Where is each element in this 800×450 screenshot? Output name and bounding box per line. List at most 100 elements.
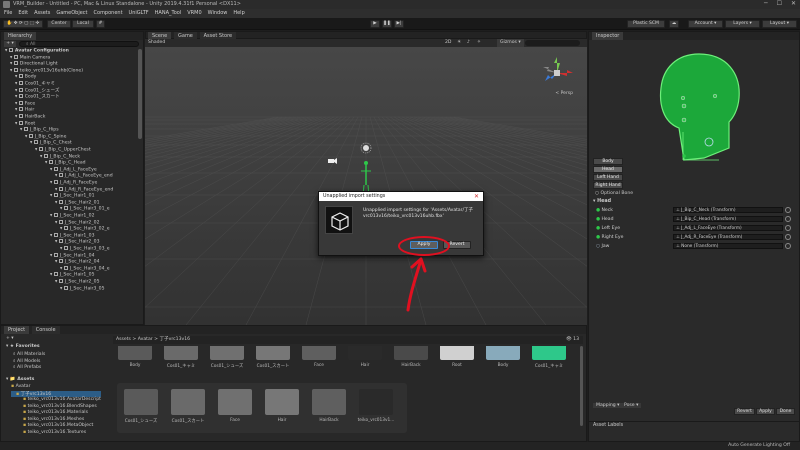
hierarchy-item[interactable]: ▾ J_Sec_Hair1_04 — [50, 252, 95, 260]
cloud-icon[interactable]: ☁ — [669, 20, 679, 28]
menu-item-unigltf[interactable]: UniGLTF — [129, 9, 149, 18]
hierarchy-item[interactable]: ▾ J_Sec_Hair1_03 — [50, 232, 95, 240]
hierarchy-item[interactable]: ▾ J_Adj_L_FaceEye — [50, 166, 97, 174]
left-eye-dot[interactable] — [712, 93, 718, 99]
pivot-center-button[interactable]: Center — [47, 20, 71, 28]
breadcrumb-assets[interactable]: Assets — [116, 337, 131, 342]
asset-item[interactable]: Hair — [262, 389, 302, 423]
create-button[interactable]: + ▾ — [4, 41, 16, 47]
object-picker-icon[interactable] — [785, 234, 791, 240]
gizmos-dropdown[interactable]: Gizmos ▾ — [497, 39, 524, 47]
hierarchy-item[interactable]: ▾ J_Sec_Hair2_04 — [55, 259, 100, 266]
object-picker-icon[interactable] — [785, 207, 791, 213]
create-asset-button[interactable]: + ▾ — [6, 336, 14, 341]
hierarchy-item[interactable]: ▾ Cos01_スカート — [15, 94, 60, 101]
menu-item-assets[interactable]: Assets — [34, 9, 50, 18]
close-icon[interactable]: ✕ — [791, 0, 796, 9]
transform-tools[interactable]: ✋ ✥ ⟳ ▢ ⬚ ✣ — [3, 20, 43, 28]
account-dropdown[interactable]: Account ▾ — [688, 20, 723, 28]
menu-item-edit[interactable]: Edit — [18, 9, 28, 18]
asset-item[interactable]: HairBack — [309, 389, 349, 423]
hierarchy-item[interactable]: ▾ Cos01_キャミ — [15, 81, 55, 88]
asset-item[interactable]: Face — [215, 389, 255, 423]
object-picker-icon[interactable] — [785, 216, 791, 222]
hierarchy-item[interactable]: ▾ J_Adj_L_FaceEye_end — [55, 173, 113, 180]
hierarchy-item[interactable]: ▾ Cos01_シューズ — [15, 87, 59, 95]
project-folder[interactable]: ▪ teiko_vrc013v16.Textures — [11, 430, 101, 437]
asset-item[interactable]: Cos01_スカート — [253, 346, 293, 369]
hierarchy-item[interactable]: ▾ Body — [15, 74, 36, 81]
tab-inspector[interactable]: Inspector — [592, 32, 624, 40]
hierarchy-item[interactable]: ▾ J_Sec_Hair3_01_e — [60, 206, 110, 213]
object-picker-icon[interactable] — [785, 225, 791, 231]
scene-viewport[interactable]: < Persp — [145, 47, 587, 325]
menu-item-hana-tool[interactable]: HANA_Tool — [155, 9, 182, 18]
breadcrumb-avatar[interactable]: Avatar — [138, 337, 153, 342]
hierarchy-item[interactable]: ▾ teiko_vrc013v16uhb(Clone) — [10, 67, 83, 75]
scene-search-input[interactable] — [525, 40, 580, 46]
bone-transform-field[interactable]: ⊥ J_Adj_L_FaceEye (Transform) — [673, 225, 783, 231]
optional-bone-toggle[interactable]: ○ Optional Bone — [595, 191, 633, 196]
menu-item-component[interactable]: Component — [94, 9, 123, 18]
asset-item[interactable]: Cos01_シューズ — [207, 346, 247, 369]
inspector-done-button[interactable]: Done — [776, 408, 795, 415]
hierarchy-item[interactable]: ▾ Hair — [15, 107, 34, 114]
asset-item[interactable]: Face — [299, 346, 339, 368]
inspector-revert-button[interactable]: Revert — [734, 408, 755, 415]
pivot-local-button[interactable]: Local — [72, 20, 94, 28]
body-part-button-left-hand[interactable]: Left Hand — [593, 174, 623, 181]
bone-transform-field[interactable]: ⊥ J_Bip_C_Neck (Transform) — [673, 207, 783, 213]
hierarchy-item[interactable]: ▾ J_Adj_R_FaceEye — [50, 180, 97, 187]
favorite-item[interactable]: ⌕ All Prefabs — [13, 364, 45, 371]
effects-toggle-icon[interactable]: ✧ — [477, 39, 481, 47]
tab-project[interactable]: Project — [4, 326, 30, 334]
hierarchy-item[interactable]: ▾ Main Camera — [10, 54, 50, 62]
inspector-apply-button[interactable]: Apply — [756, 408, 775, 415]
body-part-button-right-hand[interactable]: Right Hand — [593, 182, 623, 189]
menu-item-vrm0[interactable]: VRM0 — [187, 9, 201, 18]
hierarchy-item[interactable]: ▾ J_Sec_Hair2_03 — [55, 239, 100, 246]
pose-dropdown[interactable]: Pose ▾ — [621, 403, 642, 408]
bone-transform-field[interactable]: ⊥ J_Adj_R_FaceEye (Transform) — [673, 234, 783, 240]
hierarchy-item[interactable]: ▾ J_Bip_C_Chest — [30, 140, 72, 147]
layout-dropdown[interactable]: Layout ▾ — [762, 20, 797, 28]
asset-item[interactable]: Root — [437, 346, 477, 368]
step-button[interactable]: ▶| — [394, 20, 404, 28]
hierarchy-item[interactable]: ▾ J_Sec_Hair1_01 — [50, 193, 95, 200]
bone-transform-field[interactable]: ⊥ J_Bip_C_Head (Transform) — [673, 216, 783, 222]
hierarchy-item[interactable]: ▾ J_Bip_C_Hips — [20, 127, 59, 134]
light-toggle-icon[interactable]: ☀ — [457, 39, 461, 47]
body-part-button-body[interactable]: Body — [593, 158, 623, 165]
hierarchy-item[interactable]: ▾ J_Sec_Hair2_02 — [55, 219, 100, 227]
hierarchy-item[interactable]: ▾ J_Bip_C_Head — [45, 160, 86, 167]
hierarchy-item[interactable]: ▾ J_Sec_Hair2_01 — [55, 199, 100, 207]
orientation-gizmo[interactable] — [539, 55, 575, 95]
asset-item[interactable]: Cos01_スカート — [168, 389, 208, 424]
hierarchy-item[interactable]: ▾ J_Sec_Hair1_02 — [50, 213, 95, 220]
asset-labels-header[interactable]: Asset Labels — [593, 423, 623, 428]
tab-hierarchy[interactable]: Hierarchy — [4, 32, 37, 40]
hierarchy-item[interactable]: ▾ HairBack — [15, 114, 45, 121]
asset-item[interactable]: Body — [115, 346, 155, 368]
hierarchy-item[interactable]: ▾ Root — [15, 120, 35, 128]
hierarchy-item[interactable]: ▾ Face — [15, 100, 35, 108]
hierarchy-item[interactable]: ▾ J_Sec_Hair3_03_e — [60, 246, 110, 253]
hierarchy-scrollbar[interactable] — [138, 49, 142, 139]
hierarchy-item[interactable]: ▾ J_Bip_C_Spine — [25, 133, 66, 141]
chest-bone-dot[interactable] — [682, 154, 686, 158]
hierarchy-item[interactable]: ▾ J_Sec_Hair2_05 — [55, 279, 100, 286]
layers-dropdown[interactable]: Layers ▾ — [725, 20, 760, 28]
dialog-close-icon[interactable]: ✕ — [474, 192, 479, 201]
hierarchy-item[interactable]: ▾ Directional Light — [10, 61, 58, 68]
asset-item[interactable]: Cos01_シューズ — [121, 389, 161, 424]
hierarchy-item[interactable]: ▾ J_Bip_C_Neck — [40, 153, 80, 161]
asset-item[interactable]: Cos01_キャミ — [529, 346, 569, 369]
jaw-bone-circle[interactable] — [704, 137, 714, 147]
audio-toggle-icon[interactable]: ♪ — [467, 39, 470, 47]
favorites-header[interactable]: ▾ ★ Favorites — [6, 344, 40, 349]
mapping-dropdown[interactable]: Mapping ▾ — [593, 403, 623, 408]
hierarchy-item[interactable]: ▾ J_Sec_Hair3_02_e — [60, 226, 110, 233]
project-scrollbar[interactable] — [580, 346, 583, 426]
breadcrumb-folder[interactable]: 丁子vrc13v16 — [159, 337, 190, 342]
hierarchy-item[interactable]: ▾ J_Bip_C_UpperChest — [35, 147, 91, 154]
